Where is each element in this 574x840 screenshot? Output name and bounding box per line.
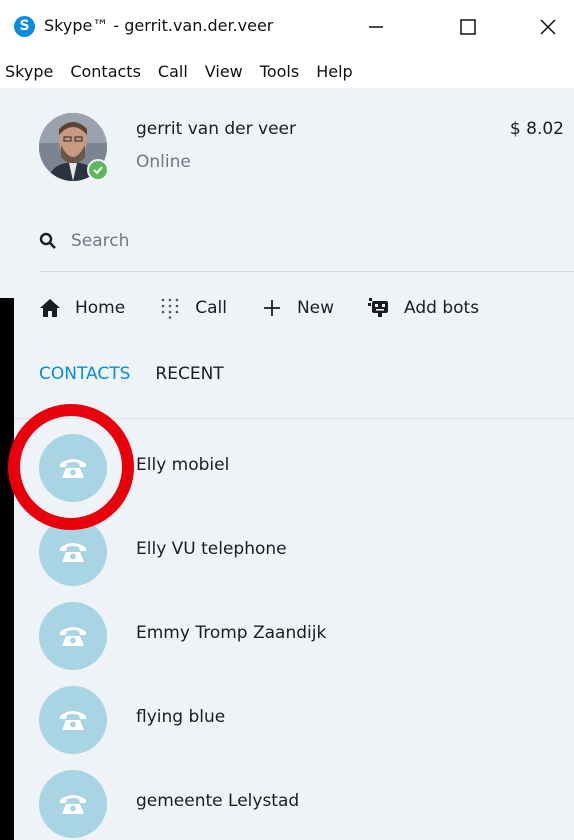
quick-actions-bar: Home Call New Add bots (38, 288, 574, 328)
skype-credit[interactable]: $ 8.02 (510, 119, 564, 139)
menu-contacts[interactable]: Contacts (70, 62, 141, 81)
phone-icon (60, 795, 86, 814)
search-input[interactable] (71, 231, 491, 251)
phone-icon (60, 627, 86, 646)
call-label: Call (195, 298, 227, 318)
phone-icon (60, 543, 86, 562)
window-title: Skype™ - gerrit.van.der.veer (44, 16, 274, 35)
menu-skype[interactable]: Skype (5, 62, 53, 81)
contact-item[interactable]: gemeente Lelystad (14, 766, 574, 840)
new-label: New (296, 298, 335, 318)
close-button[interactable] (526, 8, 570, 46)
contact-name: gemeente Lelystad (136, 791, 300, 811)
contact-name: Elly VU telephone (136, 539, 287, 559)
contact-avatar (39, 770, 107, 838)
contact-avatar (39, 602, 107, 670)
maximize-button[interactable] (446, 8, 490, 46)
home-icon (38, 296, 62, 320)
contact-tabs: CONTACTS RECENT (39, 364, 249, 384)
contact-item[interactable]: flying blue (14, 682, 574, 766)
profile-status[interactable]: Online (136, 152, 191, 172)
add-bots-label: Add bots (404, 298, 480, 318)
minimize-button[interactable] (354, 8, 398, 46)
menu-view[interactable]: View (205, 62, 243, 81)
skype-logo-icon: S (14, 16, 35, 37)
contact-avatar (39, 686, 107, 754)
call-button[interactable]: Call (158, 296, 227, 320)
panel-edge (0, 88, 14, 298)
phone-icon (60, 711, 86, 730)
divider (14, 418, 574, 419)
tab-contacts[interactable]: CONTACTS (39, 364, 130, 384)
contact-name: Elly mobiel (136, 455, 230, 475)
close-icon (540, 19, 556, 35)
contact-item[interactable]: Elly mobiel (14, 430, 574, 514)
tab-recent[interactable]: RECENT (155, 364, 223, 384)
profile-name[interactable]: gerrit van der veer (136, 119, 296, 139)
menu-bar: Skype Contacts Call View Tools Help (0, 54, 574, 88)
menu-tools[interactable]: Tools (260, 62, 299, 81)
contact-item[interactable]: Elly VU telephone (14, 514, 574, 598)
menu-call[interactable]: Call (158, 62, 188, 81)
add-bots-button[interactable]: Add bots (367, 296, 479, 320)
screen: S Skype™ - gerrit.van.der.veer Skype Con… (0, 0, 574, 840)
home-label: Home (75, 298, 126, 318)
search-icon (39, 232, 57, 250)
bot-icon (367, 296, 391, 320)
menu-help[interactable]: Help (316, 62, 352, 81)
online-status-icon (87, 159, 109, 181)
skype-main-panel: gerrit van der veer Online $ 8.02 Search… (14, 88, 574, 840)
new-button[interactable]: New (260, 296, 334, 320)
contact-avatar (39, 518, 107, 586)
contact-name: flying blue (136, 707, 226, 727)
divider (39, 271, 574, 272)
contact-name: Emmy Tromp Zaandijk (136, 623, 327, 643)
search-bar[interactable] (39, 222, 559, 260)
dialpad-icon (158, 296, 182, 320)
minimize-icon (369, 26, 383, 28)
plus-icon (260, 296, 284, 320)
contact-list: Elly mobiel Elly VU telephone Emmy Tromp… (14, 430, 574, 840)
home-button[interactable]: Home (38, 296, 125, 320)
contact-avatar (39, 434, 107, 502)
maximize-icon (460, 19, 476, 35)
title-bar: S Skype™ - gerrit.van.der.veer (0, 0, 574, 54)
checkmark-icon (93, 166, 103, 175)
phone-icon (60, 459, 86, 478)
contact-item[interactable]: Emmy Tromp Zaandijk (14, 598, 574, 682)
